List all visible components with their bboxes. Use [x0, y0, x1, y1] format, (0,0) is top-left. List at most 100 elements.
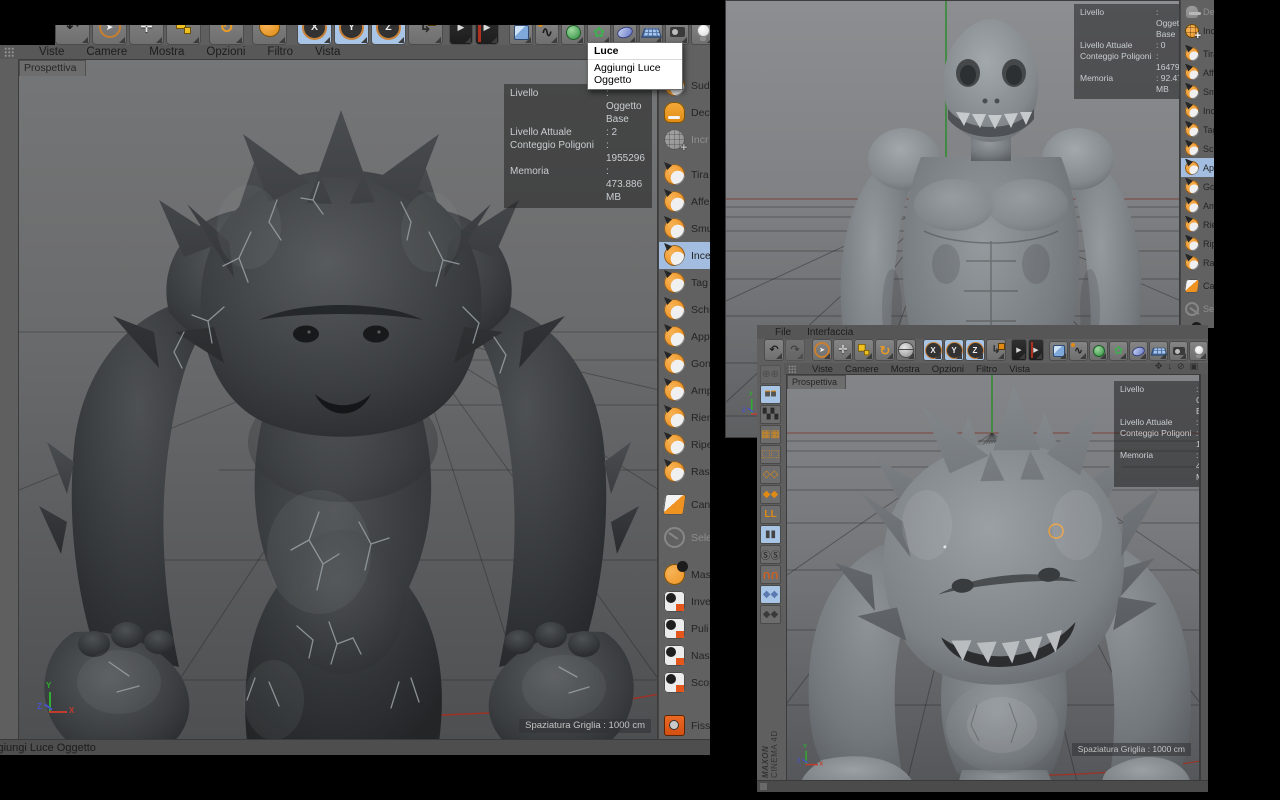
sculpt-tool-item[interactable]: Can	[1181, 276, 1214, 295]
view-label-tab[interactable]: Prospettiva	[787, 375, 847, 389]
live-selection-button[interactable]: ➤	[812, 339, 832, 361]
y-axis-lock-button[interactable]: Y	[944, 339, 964, 361]
x-axis-lock-button[interactable]: X	[297, 25, 332, 45]
move-button[interactable]: ✛	[129, 25, 164, 45]
menu-viste[interactable]: Viste	[39, 46, 64, 58]
sculpt-tool-item[interactable]: Tag	[659, 269, 710, 296]
drag-handle-icon[interactable]	[788, 364, 797, 374]
sculpt-tool-item[interactable]: Can	[659, 491, 710, 518]
mode-tool[interactable]	[760, 565, 781, 584]
menu-opzioni[interactable]: Opzioni	[932, 364, 964, 375]
drag-handle-icon[interactable]	[4, 46, 15, 58]
menu-camere[interactable]: Camere	[86, 46, 127, 58]
sculpt-tool-item[interactable]: Affe	[659, 188, 710, 215]
add-light-button[interactable]	[1189, 341, 1208, 361]
sculpt-tool-item[interactable]: Amp	[1181, 196, 1214, 215]
mode-tool[interactable]	[760, 545, 781, 564]
menu-file[interactable]: File	[775, 327, 791, 338]
menu-mostra[interactable]: Mostra	[891, 364, 920, 375]
sculpt-tool-item[interactable]: Sele	[1181, 299, 1214, 318]
render-view-button[interactable]: ▶	[1011, 339, 1027, 361]
menu-filtro[interactable]: Filtro	[976, 364, 997, 375]
left-viewport[interactable]: Prospettiva Livello: Oggetto Base Livell…	[18, 59, 658, 740]
view-label-tab[interactable]: Prospettiva	[19, 60, 86, 76]
selection-blob-button[interactable]	[252, 25, 287, 45]
sculpt-tool-item[interactable]: Mas	[659, 561, 710, 588]
add-floor-button[interactable]	[1149, 341, 1168, 361]
add-light-button[interactable]	[691, 25, 710, 45]
sculpt-tool-item[interactable]: Ince	[1181, 101, 1214, 120]
rotate-button[interactable]: ↻	[875, 339, 895, 361]
add-nurbs-button[interactable]	[1089, 341, 1108, 361]
dock-icon[interactable]: ↓	[1167, 361, 1172, 372]
sculpt-tool-item[interactable]: Rase	[1181, 253, 1214, 272]
scale-button[interactable]	[166, 25, 201, 45]
rotate-button[interactable]: ↻	[209, 25, 244, 45]
menu-vista[interactable]: Vista	[1009, 364, 1030, 375]
sculpt-tool-item[interactable]: Smu	[1181, 82, 1214, 101]
sculpt-tool-item[interactable]: Gon	[1181, 177, 1214, 196]
sculpt-tool-item[interactable]: Puli	[659, 615, 710, 642]
sculpt-tool-item[interactable]: Tag	[1181, 120, 1214, 139]
move-button[interactable]: ✛	[833, 339, 853, 361]
sculpt-tool-item[interactable]: App	[1181, 158, 1214, 177]
scrollbar[interactable]	[1200, 374, 1208, 781]
pan-icon[interactable]: ✥	[1155, 361, 1163, 372]
mode-tool[interactable]	[760, 525, 781, 544]
menu-interfaccia[interactable]: Interfaccia	[807, 327, 853, 338]
z-axis-lock-button[interactable]: Z	[371, 25, 406, 45]
menu-camere[interactable]: Camere	[845, 364, 879, 375]
scale-button[interactable]	[854, 339, 874, 361]
sculpt-tool-item[interactable]: Affe	[1181, 63, 1214, 82]
sculpt-tool-item[interactable]: Ripe	[659, 431, 710, 458]
sculpt-tool-item[interactable]: Rase	[659, 458, 710, 485]
render-settings-button[interactable]: ▶	[475, 25, 499, 45]
add-spline-button[interactable]: ∿	[1069, 341, 1088, 361]
undo-button[interactable]: ↶	[764, 339, 784, 361]
sculpt-tool-item[interactable]: Dec	[1181, 2, 1214, 21]
sculpt-tool-item[interactable]: Scop	[659, 669, 710, 696]
sculpt-tool-item[interactable]: Gon	[659, 350, 710, 377]
coordinate-system-button[interactable]: ↳	[408, 25, 443, 45]
sculpt-tool-item[interactable]: App	[659, 323, 710, 350]
sculpt-tool-item[interactable]: Nas	[659, 642, 710, 669]
sculpt-tool-item[interactable]: Rien	[659, 404, 710, 431]
render-view-button[interactable]: ▶	[449, 25, 473, 45]
redo-button[interactable]: ↷	[785, 339, 805, 361]
add-cube-button[interactable]	[1049, 341, 1068, 361]
mode-tool[interactable]	[760, 465, 781, 484]
undo-button[interactable]: ↶	[55, 25, 90, 45]
y-axis-lock-button[interactable]: Y	[334, 25, 369, 45]
mode-tool[interactable]	[760, 445, 781, 464]
coordinate-sphere-button[interactable]	[896, 339, 916, 361]
add-array-button[interactable]: ✿	[1109, 341, 1128, 361]
maximize-icon[interactable]: ▣	[1189, 361, 1198, 372]
mode-tool[interactable]	[760, 425, 781, 444]
mode-tool[interactable]	[760, 405, 781, 424]
sculpt-tool-item[interactable]: Inve	[659, 588, 710, 615]
mode-tool[interactable]	[760, 365, 781, 384]
sculpt-tool-item[interactable]: Sele	[659, 524, 710, 551]
sculpt-tool-item[interactable]: Smu	[659, 215, 710, 242]
menu-viste[interactable]: Viste	[812, 364, 833, 375]
panel-controls[interactable]: ✥ ↓ ⊘ ▣	[1155, 361, 1198, 372]
sculpt-tool-item[interactable]: Incr	[1181, 21, 1214, 42]
mode-tool[interactable]	[760, 385, 781, 404]
mode-tool[interactable]	[760, 485, 781, 504]
coordinate-system-button[interactable]: ↳	[986, 339, 1006, 361]
sculpt-tool-item[interactable]: Ince	[659, 242, 710, 269]
bottom-right-viewport[interactable]: Prospettiva Livello: Oggetto Base Livell…	[786, 374, 1200, 781]
z-axis-lock-button[interactable]: Z	[965, 339, 985, 361]
sculpt-tool-item[interactable]: Fiss	[659, 712, 710, 739]
menu-filtro[interactable]: Filtro	[267, 46, 293, 58]
live-selection-button[interactable]: ➤	[92, 25, 127, 45]
sculpt-tool-item[interactable]: Schi	[659, 296, 710, 323]
mode-tool[interactable]	[760, 585, 781, 604]
sculpt-tool-item[interactable]: Incr	[659, 126, 710, 154]
add-spline-button[interactable]: ∿	[535, 25, 559, 45]
add-camera-button[interactable]	[1169, 341, 1188, 361]
menu-vista[interactable]: Vista	[315, 46, 340, 58]
add-cube-button[interactable]	[509, 25, 533, 45]
sculpt-tool-item[interactable]: Rien	[1181, 215, 1214, 234]
sculpt-tool-item[interactable]: Schi	[1181, 139, 1214, 158]
